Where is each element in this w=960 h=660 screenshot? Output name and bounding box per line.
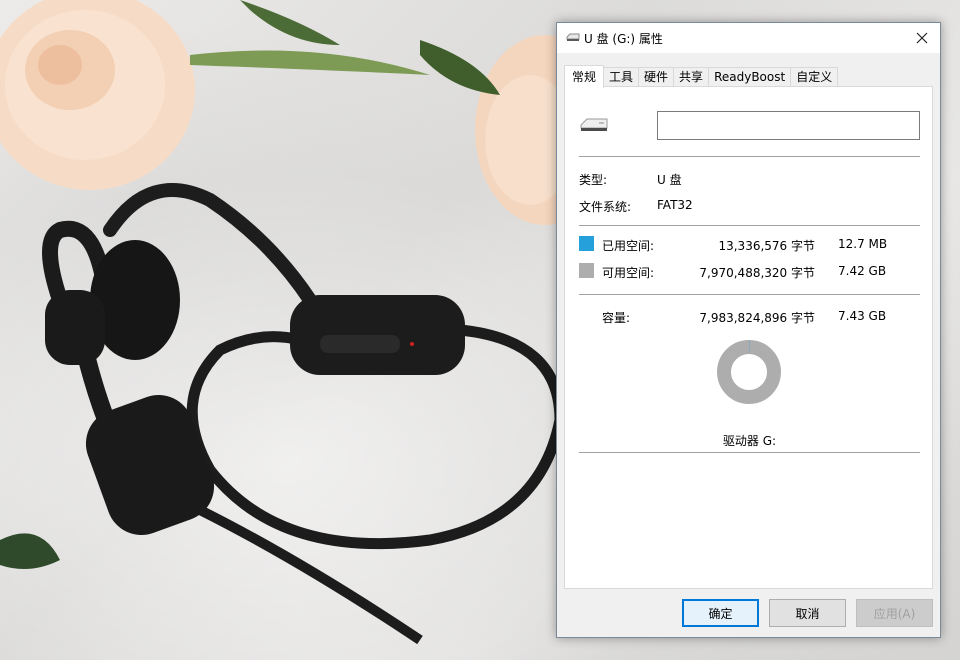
used-space-bytes: 13,336,576 字节: [718, 239, 815, 253]
used-space-swatch: [579, 236, 594, 251]
tab-hardware[interactable]: 硬件: [638, 67, 675, 87]
free-space-swatch: [579, 263, 594, 278]
capacity-size: 7.43 GB: [838, 309, 887, 323]
tab-readyboost[interactable]: ReadyBoost: [708, 67, 792, 87]
window-title: U 盘 (G:) 属性: [584, 32, 663, 46]
separator: [579, 294, 920, 296]
tab-customize[interactable]: 自定义: [790, 67, 839, 87]
general-tab-panel: 类型: U 盘 文件系统: FAT32 已用空间: 13,336,576 字节 …: [564, 86, 933, 589]
free-space-label: 可用空间:: [602, 266, 655, 280]
apply-button[interactable]: 应用(A): [856, 599, 933, 627]
used-space-label: 已用空间:: [602, 239, 655, 253]
free-space-size: 7.42 GB: [838, 264, 887, 278]
usb-drive-icon: [580, 118, 608, 131]
filesystem-label: 文件系统:: [579, 200, 632, 214]
capacity-label: 容量:: [602, 311, 631, 325]
usb-drive-icon: [566, 33, 580, 41]
type-label: 类型:: [579, 173, 608, 187]
ok-button[interactable]: 确定: [682, 599, 759, 627]
close-icon: [916, 32, 928, 44]
separator: [579, 225, 920, 227]
tab-strip: 常规 工具 硬件 共享 ReadyBoost 自定义: [564, 65, 839, 88]
disk-usage-donut-chart: [717, 340, 781, 404]
used-space-size: 12.7 MB: [838, 237, 888, 251]
properties-dialog: U 盘 (G:) 属性 常规 工具 硬件 共享 ReadyBoost 自定义 类…: [556, 22, 941, 638]
separator: [579, 156, 920, 158]
close-button[interactable]: [904, 23, 940, 53]
separator: [579, 452, 920, 454]
tab-sharing[interactable]: 共享: [673, 67, 710, 87]
free-space-ring: [717, 340, 781, 404]
tab-tools[interactable]: 工具: [603, 67, 640, 87]
drive-letter-label: 驱动器 G:: [722, 434, 777, 448]
type-value: U 盘: [657, 173, 682, 187]
free-space-bytes: 7,970,488,320 字节: [699, 266, 815, 280]
cancel-button[interactable]: 取消: [769, 599, 846, 627]
capacity-bytes: 7,983,824,896 字节: [699, 311, 815, 325]
title-bar[interactable]: U 盘 (G:) 属性: [557, 23, 940, 53]
tab-general[interactable]: 常规: [564, 65, 605, 88]
volume-label-input[interactable]: [657, 111, 920, 140]
filesystem-value: FAT32: [657, 198, 693, 212]
